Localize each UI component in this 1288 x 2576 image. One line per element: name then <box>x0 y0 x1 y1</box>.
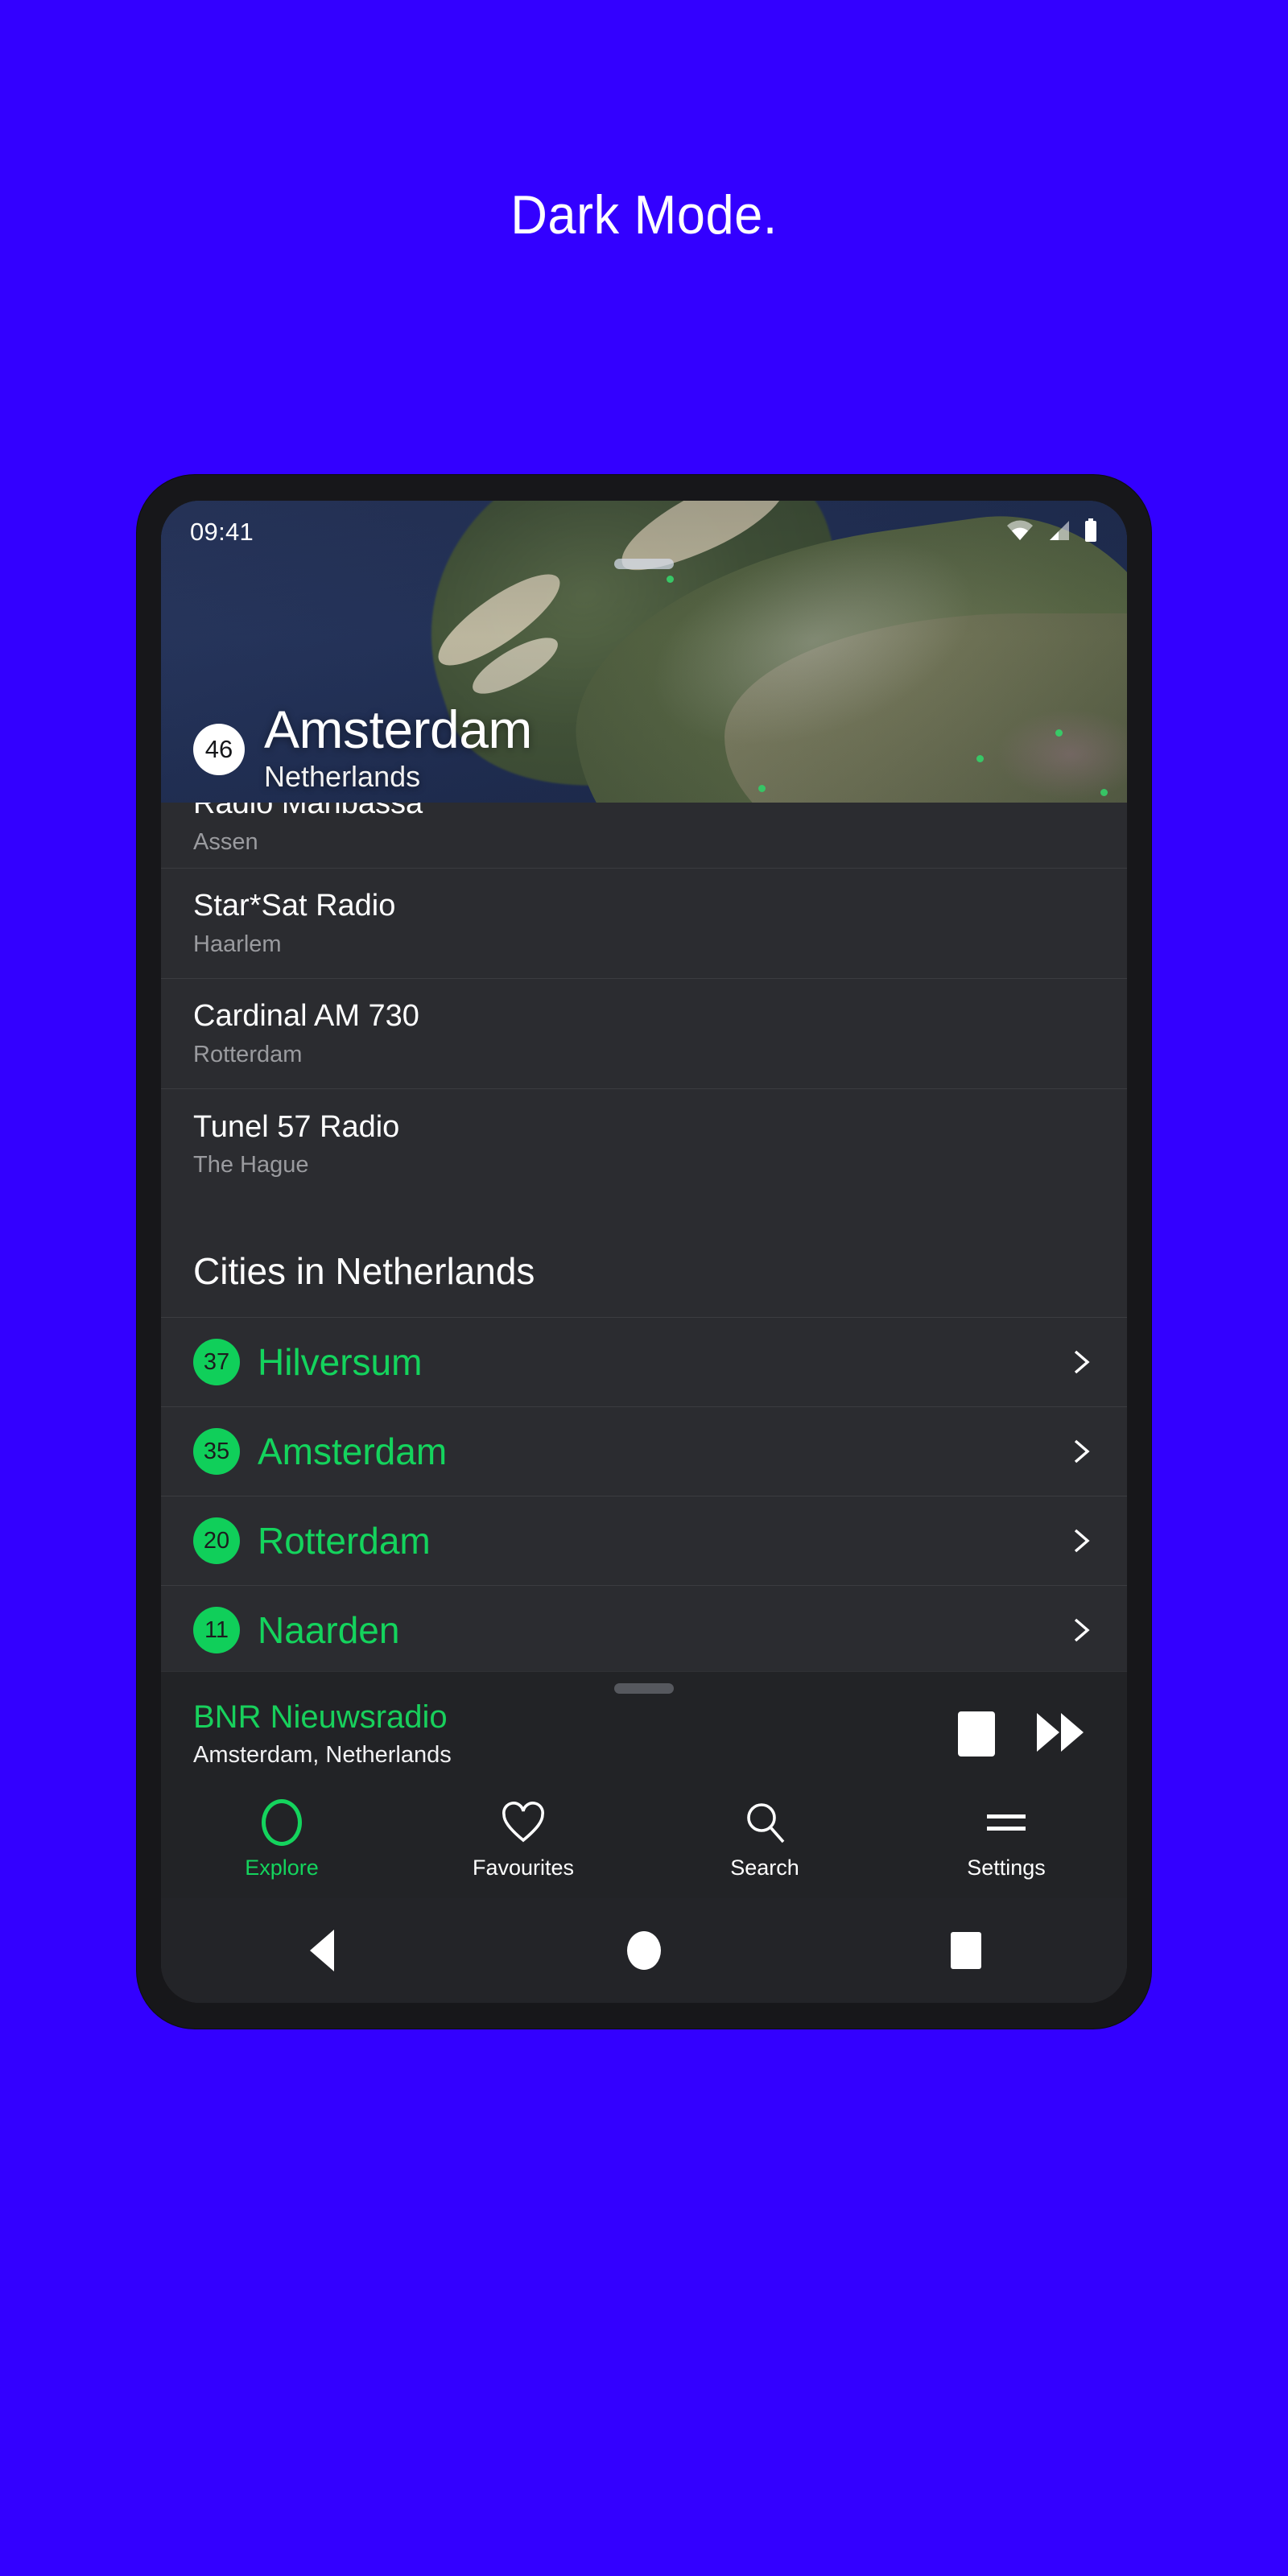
city-list-item[interactable]: 35 Amsterdam <box>161 1407 1127 1496</box>
wifi-icon <box>1006 520 1034 545</box>
country-name: Netherlands <box>264 760 421 793</box>
home-circle-icon <box>627 1931 661 1970</box>
list-item[interactable]: Star*Sat Radio Haarlem <box>161 869 1127 979</box>
nav-recents-button[interactable] <box>805 1932 1127 1969</box>
list-item[interactable]: Cardinal AM 730 Rotterdam <box>161 979 1127 1089</box>
phone-mockup: 09:41 46 Amsterdam Netherlands Radio Mar… <box>137 475 1151 2029</box>
stop-icon[interactable] <box>958 1711 995 1757</box>
city-list-item[interactable]: 37 Hilversum <box>161 1318 1127 1407</box>
city-count-badge: 20 <box>193 1517 240 1564</box>
city-list-item[interactable]: 20 Rotterdam <box>161 1496 1127 1586</box>
tab-label: Search <box>730 1856 799 1880</box>
now-playing-title: BNR Nieuwsradio <box>193 1699 448 1736</box>
city-title-block: Amsterdam Netherlands <box>264 703 532 791</box>
city-label: Rotterdam <box>258 1520 431 1562</box>
city-header: 46 Amsterdam Netherlands <box>193 703 532 791</box>
chevron-right-icon[interactable] <box>1067 1438 1095 1465</box>
station-city: The Hague <box>193 1152 309 1179</box>
tab-settings[interactable]: Settings <box>886 1801 1127 1880</box>
now-playing-bar[interactable]: BNR Nieuwsradio Amsterdam, Netherlands <box>161 1671 1127 1790</box>
tab-search[interactable]: Search <box>644 1801 886 1880</box>
android-nav-bar <box>161 1898 1127 2003</box>
nav-home-button[interactable] <box>483 1931 805 1970</box>
now-playing-location: Amsterdam, Netherlands <box>193 1742 452 1768</box>
station-name: Star*Sat Radio <box>193 889 396 923</box>
phone-screen: 09:41 46 Amsterdam Netherlands Radio Mar… <box>161 501 1127 2003</box>
chevron-right-icon[interactable] <box>1067 1348 1095 1376</box>
page-title: Dark Mode. <box>510 184 778 246</box>
station-city: Rotterdam <box>193 1041 303 1067</box>
station-city: Assen <box>193 828 258 855</box>
recents-square-icon <box>951 1932 981 1969</box>
cellular-signal-icon <box>1046 520 1071 545</box>
now-playing-text: BNR Nieuwsradio Amsterdam, Netherlands <box>193 1699 958 1769</box>
station-name: Tunel 57 Radio <box>193 1109 400 1144</box>
tab-explore[interactable]: Explore <box>161 1799 402 1880</box>
station-count-badge: 46 <box>193 724 245 775</box>
content-list[interactable]: Radio Maribassa Assen Star*Sat Radio Haa… <box>161 803 1127 1672</box>
station-name: Radio Maribassa <box>193 803 423 820</box>
menu-lines-icon <box>985 1801 1028 1844</box>
city-count-badge: 37 <box>193 1339 240 1385</box>
status-icon-group <box>1006 518 1098 547</box>
city-name: Amsterdam <box>264 700 532 759</box>
city-count-badge: 35 <box>193 1428 240 1475</box>
back-triangle-icon <box>310 1930 334 1971</box>
tab-bar: Explore Favourites Search Settings <box>161 1790 1127 1898</box>
player-controls <box>958 1711 1095 1757</box>
station-city: Haarlem <box>193 931 282 957</box>
city-label: Naarden <box>258 1609 400 1651</box>
city-list-item[interactable]: 11 Naarden <box>161 1586 1127 1671</box>
battery-icon <box>1084 518 1098 547</box>
station-name: Cardinal AM 730 <box>193 999 419 1034</box>
sheet-drag-handle[interactable] <box>614 559 674 569</box>
player-drag-handle[interactable] <box>614 1683 674 1695</box>
status-bar: 09:41 <box>161 501 1127 564</box>
list-item[interactable]: Radio Maribassa Assen <box>161 803 1127 869</box>
city-label: Amsterdam <box>258 1430 448 1472</box>
heart-icon <box>501 1801 546 1844</box>
city-label: Hilversum <box>258 1341 423 1383</box>
tab-label: Explore <box>245 1856 319 1880</box>
list-item[interactable]: Tunel 57 Radio The Hague <box>161 1089 1127 1199</box>
status-clock: 09:41 <box>190 518 254 546</box>
section-header: Cities in Netherlands <box>161 1199 1127 1318</box>
fast-forward-icon[interactable] <box>1035 1711 1085 1757</box>
nav-back-button[interactable] <box>161 1930 483 1971</box>
circle-outline-icon <box>262 1799 302 1846</box>
magnifier-icon <box>743 1801 786 1844</box>
chevron-right-icon[interactable] <box>1067 1616 1095 1644</box>
tab-label: Favourites <box>472 1856 575 1880</box>
tab-label: Settings <box>967 1856 1046 1880</box>
map-header[interactable]: 09:41 46 Amsterdam Netherlands <box>161 501 1127 803</box>
tab-favourites[interactable]: Favourites <box>402 1801 644 1880</box>
chevron-right-icon[interactable] <box>1067 1527 1095 1554</box>
city-count-badge: 11 <box>193 1607 240 1653</box>
